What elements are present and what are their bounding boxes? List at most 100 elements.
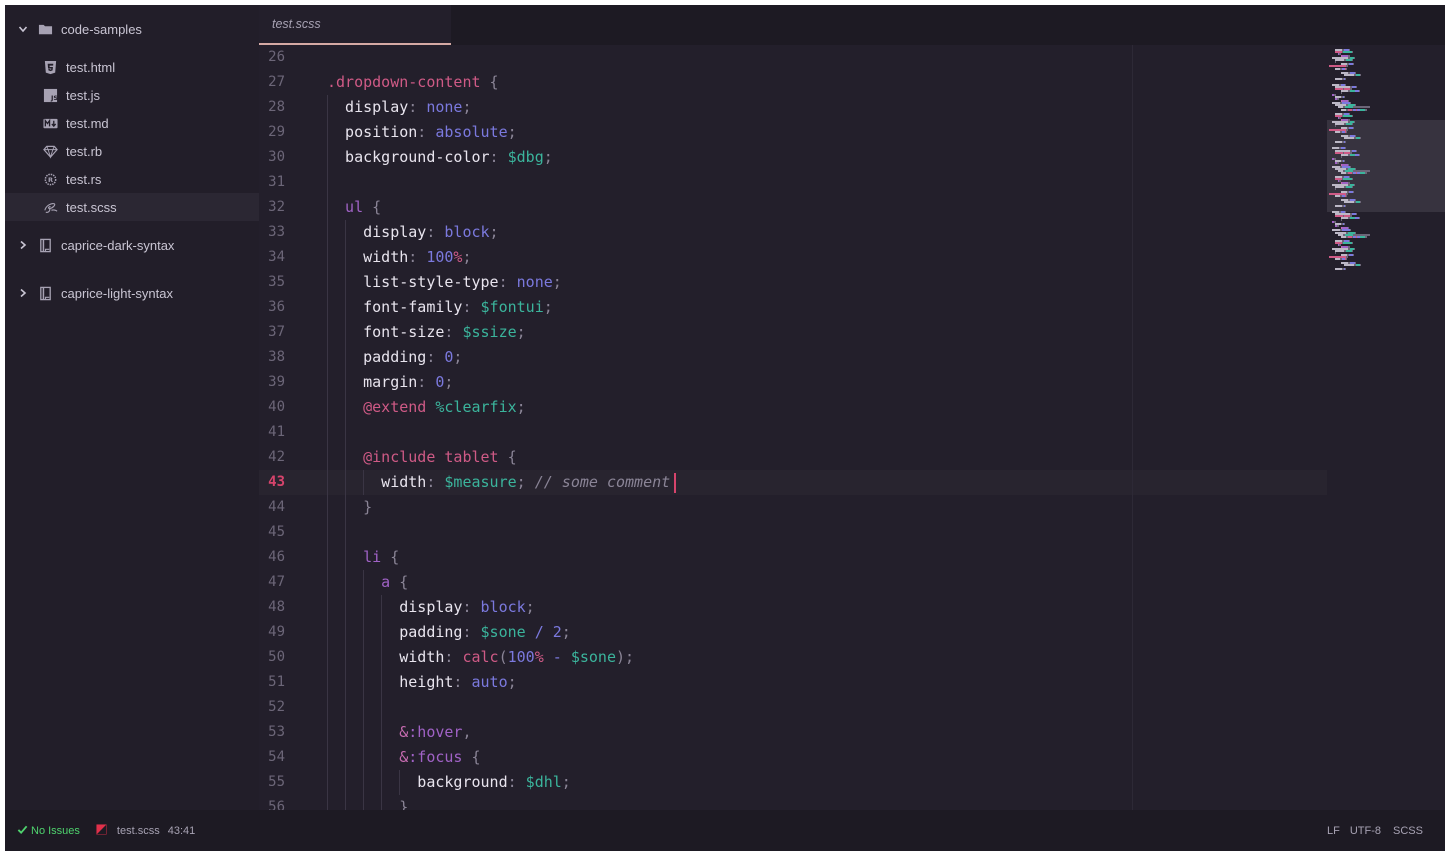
minimap-stroke <box>1346 131 1347 134</box>
code-line[interactable]: 29 position: absolute; <box>259 120 1327 145</box>
cursor-position[interactable]: 43:41 <box>168 825 196 837</box>
code-line[interactable]: 32 ul { <box>259 195 1327 220</box>
code-line[interactable]: 46 li { <box>259 545 1327 570</box>
chevron-right-icon <box>17 239 29 251</box>
code-line[interactable]: 26 <box>259 45 1327 70</box>
minimap-stroke <box>1343 241 1352 244</box>
code-line[interactable]: 49 padding: $sone / 2; <box>259 620 1327 645</box>
project-folder[interactable]: caprice-dark-syntax <box>5 231 259 259</box>
code-token: $sone <box>570 648 616 666</box>
indent-guide <box>381 745 383 770</box>
code-line[interactable]: 50 width: calc(100% - $sone); <box>259 645 1327 670</box>
code-line[interactable]: 47 a { <box>259 570 1327 595</box>
code-line[interactable]: 43 width: $measure; // some comment <box>259 470 1327 495</box>
indent-guide <box>327 245 328 270</box>
code-line[interactable]: 44} <box>259 495 1327 520</box>
indent-guide <box>345 595 347 620</box>
code-line[interactable]: 30 background-color: $dbg; <box>259 145 1327 170</box>
code-line[interactable]: 48 display: block; <box>259 595 1327 620</box>
code-token: :hover <box>408 723 463 741</box>
code-token: absolute <box>435 123 508 141</box>
code-token: position <box>345 123 418 141</box>
indent-guide <box>345 745 347 770</box>
indent-guide <box>327 795 328 810</box>
linter-status[interactable]: No Issues <box>17 824 80 838</box>
code-token: : <box>489 148 508 166</box>
code-token: { <box>363 198 382 216</box>
code-line[interactable]: 51 height: auto; <box>259 670 1327 695</box>
indent-guide <box>345 445 347 470</box>
code-editor[interactable]: 26 27 .dropdown-content {28 display: none; 2… <box>259 45 1445 810</box>
indent-guide <box>381 795 383 810</box>
encoding-selector[interactable]: UTF-8 <box>1350 825 1381 837</box>
code-line[interactable]: 52 <box>259 695 1327 720</box>
line-number: 32 <box>268 199 285 215</box>
indent-guide <box>345 645 347 670</box>
code-line[interactable]: 28 display: none; <box>259 95 1327 120</box>
code-line[interactable]: 54 &:focus { <box>259 745 1327 770</box>
line-ending-selector[interactable]: LF <box>1327 825 1340 837</box>
code-line[interactable]: 31 <box>259 170 1327 195</box>
html5-icon <box>42 59 58 75</box>
code-line[interactable]: 41 <box>259 420 1327 445</box>
code-token: ; <box>444 373 454 391</box>
indent-guide <box>363 770 365 795</box>
code-line[interactable]: 45 <box>259 520 1327 545</box>
code-line[interactable]: 56} <box>259 795 1327 810</box>
grammar-selector[interactable]: SCSS <box>1393 825 1423 837</box>
minimap-stroke <box>1360 264 1361 267</box>
code-line[interactable]: 35 list-style-type: none; <box>259 270 1327 295</box>
file-item[interactable]: test.md <box>5 109 259 137</box>
minimap-stroke <box>1344 96 1345 99</box>
code-text: font-size: $ssize; <box>363 320 526 345</box>
code-line[interactable]: 36 font-family: $fontui; <box>259 295 1327 320</box>
project-folder[interactable]: caprice-light-syntax <box>5 279 259 307</box>
line-number: 50 <box>268 649 285 665</box>
code-token: } <box>363 498 373 516</box>
code-token: & <box>399 748 409 766</box>
code-line[interactable]: 55 background: $dhl; <box>259 770 1327 795</box>
book-icon <box>37 285 53 301</box>
chevron-down-icon <box>17 23 29 35</box>
code-text: display: block; <box>399 595 534 620</box>
tab-test-scss[interactable]: test.scss <box>259 5 451 45</box>
indent-guide <box>345 420 347 445</box>
code-token: ; <box>543 298 553 316</box>
code-line[interactable]: 42 @include tablet { <box>259 445 1327 470</box>
code-line[interactable]: 27 .dropdown-content { <box>259 70 1327 95</box>
code-line[interactable]: 34 width: 100%; <box>259 245 1327 270</box>
code-token: auto <box>471 673 508 691</box>
indent-guide <box>327 320 328 345</box>
indent-guide <box>327 195 328 220</box>
ruby-gem-icon <box>42 143 58 159</box>
project-folder-label: code-samples <box>61 21 142 37</box>
code-token: padding <box>399 623 463 641</box>
code-line[interactable]: 37 font-size: $ssize; <box>259 320 1327 345</box>
code-line[interactable]: 40 @extend %clearfix; <box>259 395 1327 420</box>
file-item[interactable]: Rtest.rs <box>5 165 259 193</box>
code-token: : <box>444 323 463 341</box>
file-item[interactable]: test.html <box>5 53 259 81</box>
code-token: ); <box>615 648 635 666</box>
minimap[interactable] <box>1327 45 1445 810</box>
minimap-stroke <box>1335 141 1342 144</box>
code-line[interactable]: 38 padding: 0; <box>259 345 1327 370</box>
code-line[interactable]: 39 margin: 0; <box>259 370 1327 395</box>
code-text: } <box>363 495 372 520</box>
minimap-stroke <box>1341 155 1342 158</box>
code-line[interactable]: 53 &:hover, <box>259 720 1327 745</box>
git-diff-icon[interactable] <box>96 823 107 838</box>
code-token: { <box>462 748 481 766</box>
code-token: { <box>480 73 499 91</box>
file-item[interactable]: test.rb <box>5 137 259 165</box>
project-folder-code-samples[interactable]: code-samples <box>5 15 259 43</box>
file-item[interactable]: test.scss <box>5 193 259 221</box>
minimap-stroke <box>1352 122 1353 125</box>
file-item[interactable]: JS test.js <box>5 81 259 109</box>
code-token: { <box>381 548 400 566</box>
status-file-name[interactable]: test.scss <box>117 825 160 837</box>
code-line[interactable]: 33 display: block; <box>259 220 1327 245</box>
code-token: ; <box>516 323 526 341</box>
svg-text:JS: JS <box>49 94 57 102</box>
line-number: 43 <box>268 474 285 490</box>
